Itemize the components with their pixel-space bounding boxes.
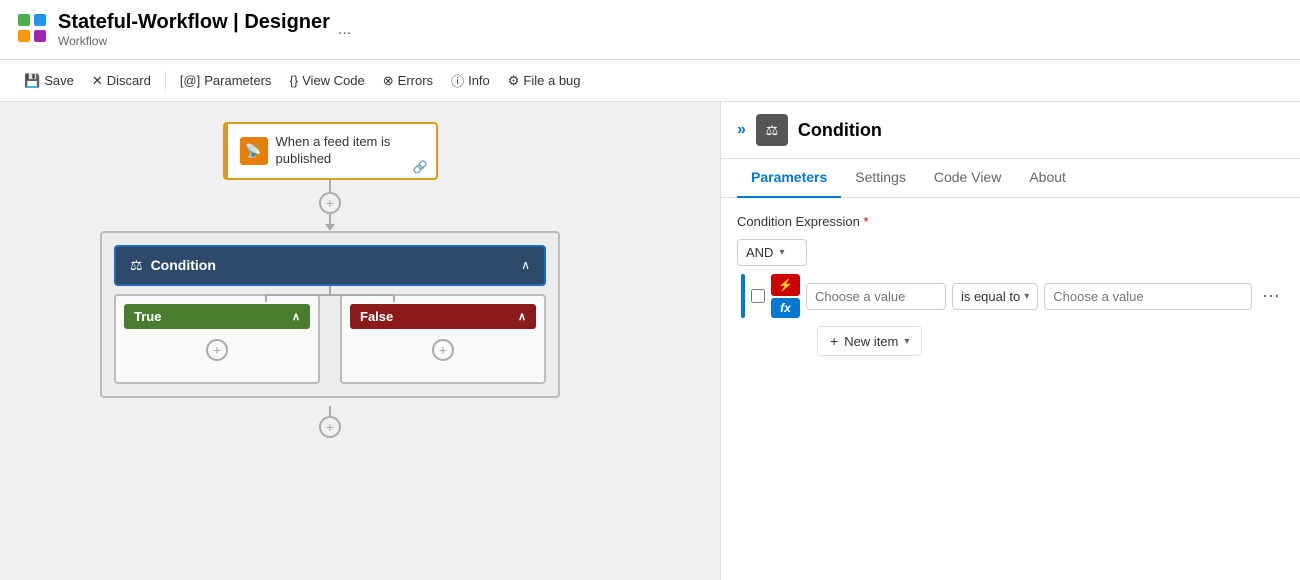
dynamic-popup-container: ⚡ fx <box>771 274 800 318</box>
header: Stateful-Workflow | Designer Workflow ..… <box>0 0 1300 60</box>
add-step-button-bottom[interactable]: + <box>319 416 341 438</box>
true-branch: True ∧ + <box>114 294 320 384</box>
value-input-2[interactable] <box>1044 283 1252 310</box>
value-input-1[interactable] <box>806 283 946 310</box>
tab-parameters[interactable]: Parameters <box>737 159 841 198</box>
condition-node-icon: ⚖ <box>130 257 143 274</box>
add-step-button-1[interactable]: + <box>319 192 341 214</box>
panel-content: Condition Expression * AND ▾ ⚡ f <box>721 198 1300 580</box>
more-options-button[interactable]: ... <box>338 21 351 39</box>
false-branch-box: False ∧ + <box>340 294 546 384</box>
tab-code-view[interactable]: Code View <box>920 159 1015 197</box>
new-item-plus-icon: + <box>830 333 838 349</box>
new-item-button[interactable]: + New item ▾ <box>817 326 922 356</box>
tab-settings[interactable]: Settings <box>841 159 920 197</box>
panel-title: Condition <box>798 120 882 141</box>
required-marker: * <box>863 214 868 229</box>
branches-container: True ∧ + False ∧ + <box>114 294 546 384</box>
discard-button[interactable]: ✕ Discard <box>84 69 159 93</box>
and-select-row: AND ▾ <box>737 239 1284 266</box>
right-panel: » ⚖ Condition Parameters Settings Code V… <box>720 102 1300 580</box>
trigger-icon: 📡 <box>240 137 268 165</box>
title-group: Stateful-Workflow | Designer Workflow <box>58 11 330 48</box>
toolbar: 💾 Save ✕ Discard [@] Parameters {} View … <box>0 60 1300 102</box>
main-layout: 📡 When a feed item is published 🔗 + ⚖ Co… <box>0 102 1300 580</box>
true-label: True <box>134 309 161 324</box>
condition-collapse-chevron[interactable]: ∧ <box>521 258 530 272</box>
bottom-connector: + <box>319 406 341 438</box>
info-button[interactable]: ⓘ Info <box>443 67 498 94</box>
file-bug-button[interactable]: ⚙ File a bug <box>500 69 589 93</box>
parameters-icon: [@] <box>180 73 200 88</box>
save-icon: 💾 <box>24 73 40 89</box>
errors-button[interactable]: ⊗ Errors <box>375 69 441 93</box>
false-branch-add-button[interactable]: + <box>432 339 454 361</box>
trigger-link-icon: 🔗 <box>413 160 428 174</box>
new-item-chevron-icon: ▾ <box>904 336 909 347</box>
expr-checkbox[interactable] <box>751 289 765 303</box>
false-label: False <box>360 309 393 324</box>
condition-expr-label: Condition Expression * <box>737 214 1284 229</box>
condition-node-inner: ⚖ Condition <box>130 257 216 274</box>
lightning-button[interactable]: ⚡ <box>771 274 800 296</box>
true-branch-box: True ∧ + <box>114 294 320 384</box>
false-chevron: ∧ <box>518 310 526 323</box>
canvas: 📡 When a feed item is published 🔗 + ⚖ Co… <box>0 102 720 580</box>
condition-node-label: Condition <box>151 257 216 273</box>
true-chevron: ∧ <box>292 310 300 323</box>
info-icon: ⓘ <box>451 71 464 90</box>
discard-icon: ✕ <box>92 73 103 89</box>
panel-tabs: Parameters Settings Code View About <box>721 159 1300 198</box>
errors-icon: ⊗ <box>383 73 394 89</box>
fx-button[interactable]: fx <box>771 298 800 318</box>
operator-select[interactable]: is equal to ▾ <box>952 283 1038 310</box>
condition-node[interactable]: ⚖ Condition ∧ <box>114 245 546 286</box>
parameters-button[interactable]: [@] Parameters <box>172 69 280 92</box>
save-button[interactable]: 💾 Save <box>16 69 82 93</box>
file-bug-icon: ⚙ <box>508 73 520 89</box>
panel-icon: ⚖ <box>756 114 788 146</box>
trigger-node[interactable]: 📡 When a feed item is published 🔗 <box>223 122 438 180</box>
app-subtitle: Workflow <box>58 34 330 48</box>
true-branch-add-button[interactable]: + <box>206 339 228 361</box>
view-code-button[interactable]: {} View Code <box>281 69 372 92</box>
trigger-label: When a feed item is published <box>276 134 424 168</box>
tab-about[interactable]: About <box>1015 159 1080 197</box>
condition-outer-box: ⚖ Condition ∧ <box>100 231 560 398</box>
toolbar-separator <box>165 71 166 91</box>
more-button[interactable]: ⋯ <box>1258 285 1284 307</box>
blue-left-bar <box>741 274 745 318</box>
app-icon <box>16 12 48 47</box>
false-branch-header[interactable]: False ∧ <box>350 304 536 329</box>
panel-header: » ⚖ Condition <box>721 102 1300 159</box>
true-branch-header[interactable]: True ∧ <box>124 304 310 329</box>
operator-chevron-icon: ▾ <box>1024 291 1029 302</box>
app-title: Stateful-Workflow | Designer <box>58 11 330 34</box>
and-select[interactable]: AND ▾ <box>737 239 807 266</box>
workflow-area: 📡 When a feed item is published 🔗 + ⚖ Co… <box>100 122 560 438</box>
view-code-icon: {} <box>289 73 298 88</box>
panel-collapse-button[interactable]: » <box>737 121 746 139</box>
and-chevron-icon: ▾ <box>779 247 784 258</box>
connector-1: + <box>319 180 341 231</box>
expr-row: ⚡ fx is equal to ▾ ⋯ <box>741 274 1284 318</box>
false-branch: False ∧ + <box>340 294 546 384</box>
